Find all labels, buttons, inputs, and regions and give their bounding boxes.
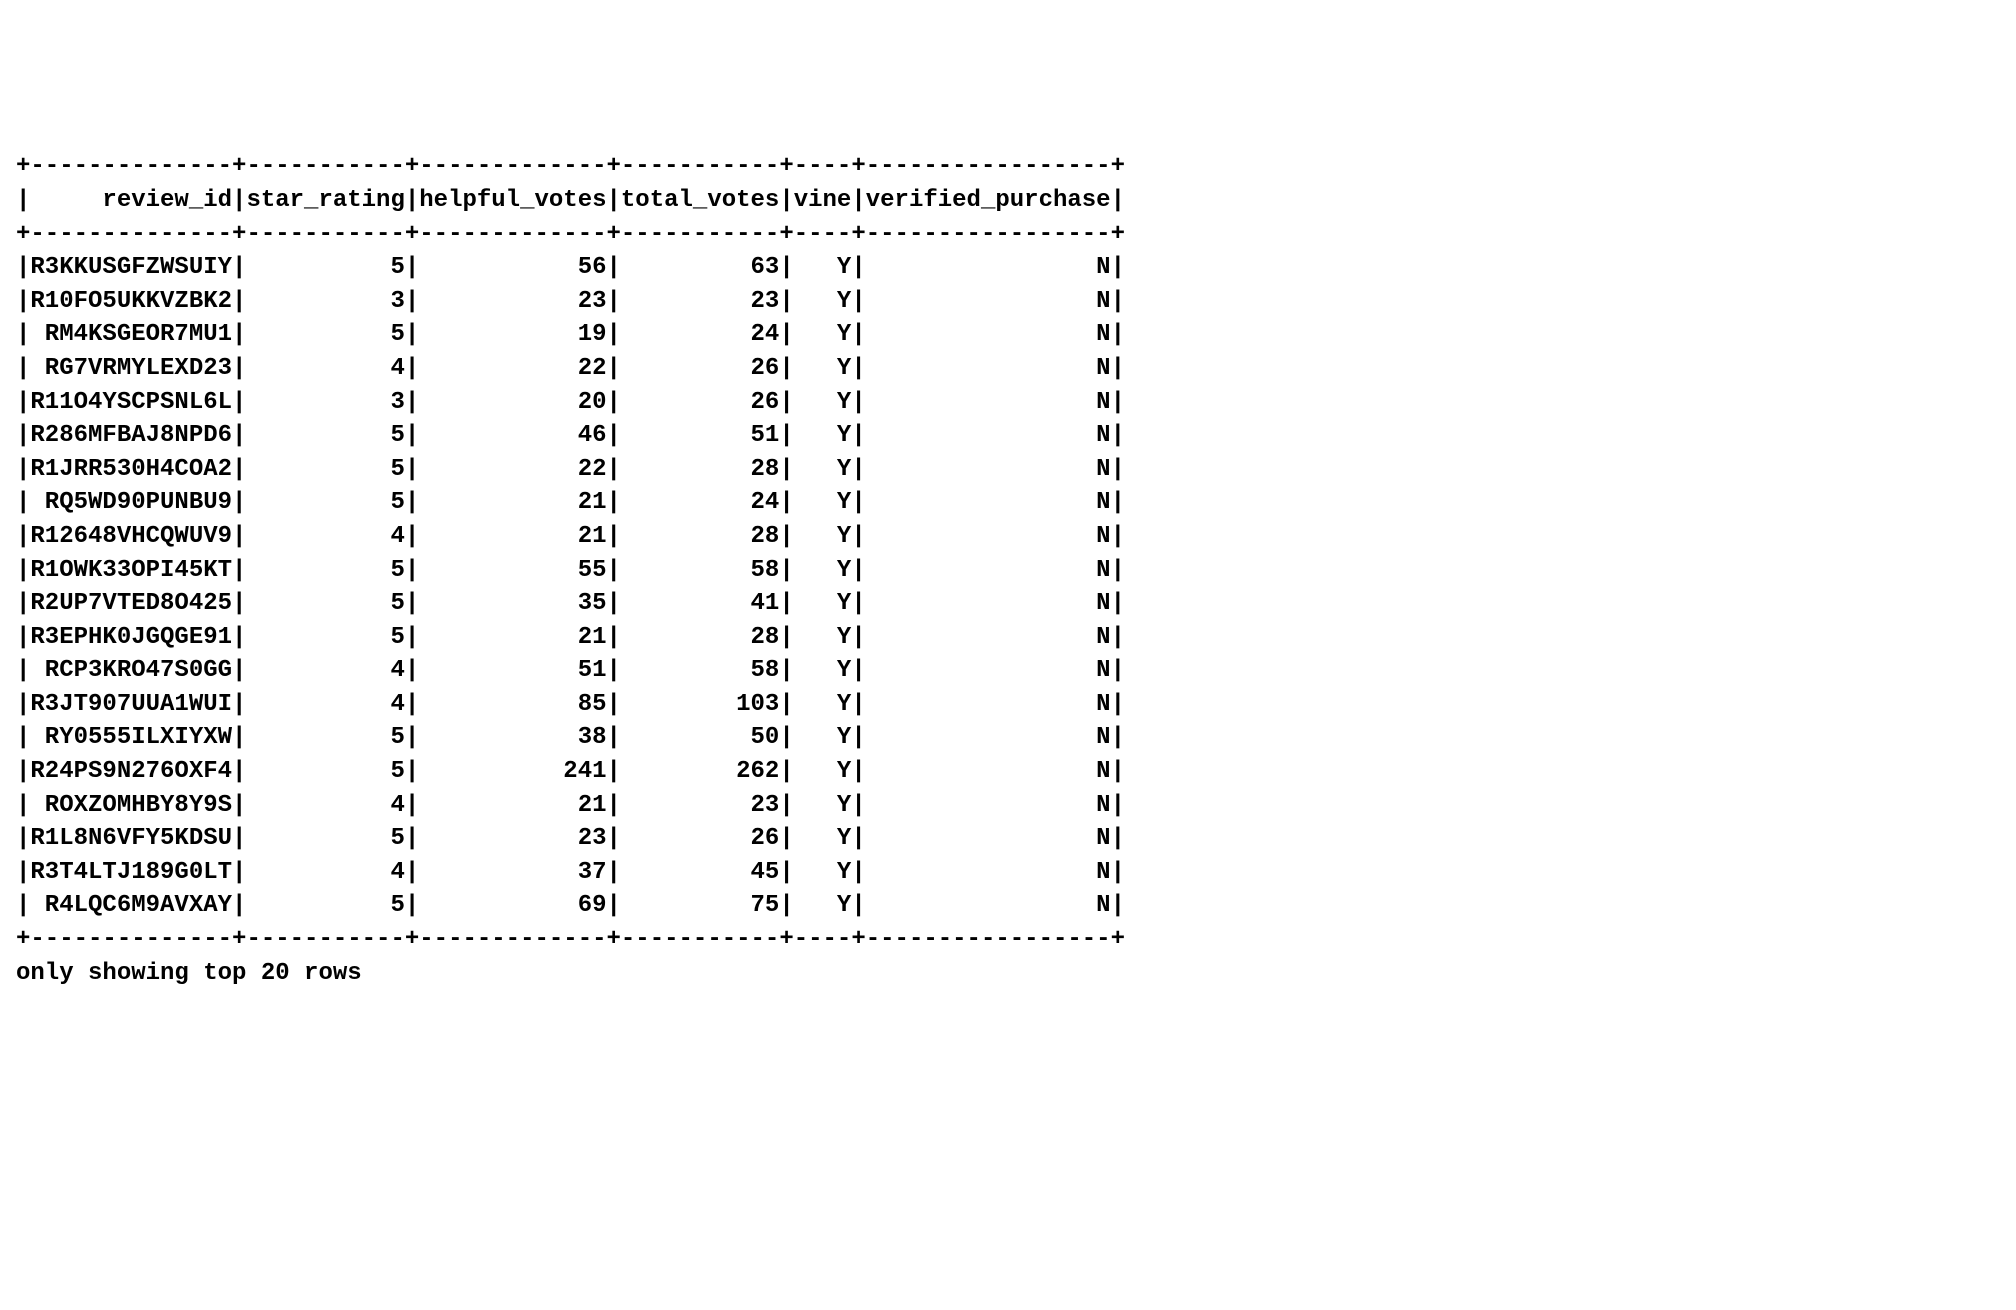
ascii-table-output: +--------------+-----------+------------…	[16, 150, 2000, 990]
